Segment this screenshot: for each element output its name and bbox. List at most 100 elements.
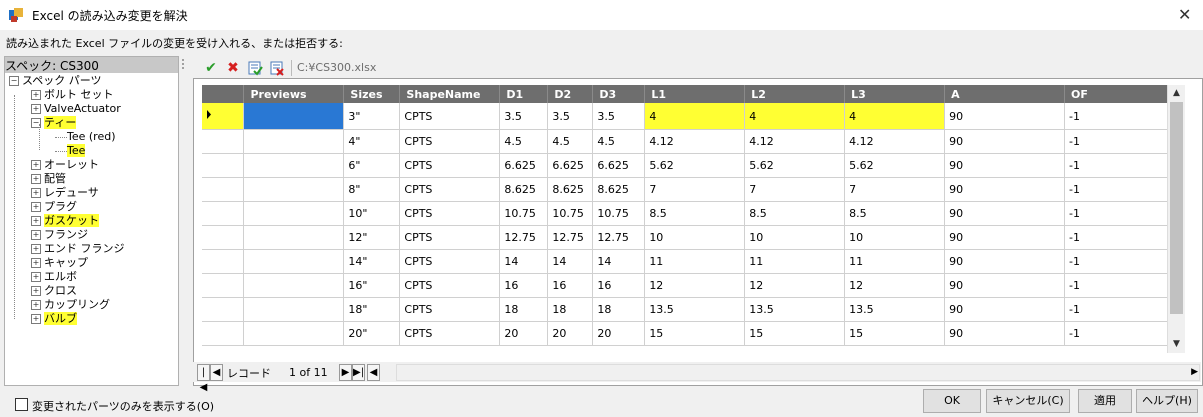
table-cell[interactable]: 4: [844, 103, 946, 130]
column-header[interactable]: OF: [1064, 85, 1176, 103]
table-cell[interactable]: 13.5: [844, 297, 946, 322]
column-header[interactable]: ShapeName: [399, 85, 501, 103]
table-cell[interactable]: 4.12: [744, 129, 846, 154]
table-cell[interactable]: 16: [499, 273, 549, 298]
table-cell[interactable]: CPTS: [399, 225, 501, 250]
tree-item[interactable]: + エンド フランジ: [31, 242, 125, 256]
table-cell[interactable]: 6.625: [499, 153, 549, 178]
table-row[interactable]: 20" CPTS 20 20 20 15 15 15 90 -1: [202, 321, 1176, 346]
row-header[interactable]: [202, 249, 245, 274]
table-cell[interactable]: -1: [1064, 177, 1176, 202]
table-row[interactable]: 3" CPTS 3.5 3.5 3.5 4 4 4 90 -1: [202, 103, 1176, 130]
table-cell[interactable]: 14": [343, 249, 401, 274]
table-row[interactable]: 8" CPTS 8.625 8.625 8.625 7 7 7 90 -1: [202, 177, 1176, 202]
row-header[interactable]: [202, 225, 245, 250]
scroll-down-icon[interactable]: ▼: [1168, 336, 1185, 353]
table-row[interactable]: 14" CPTS 14 14 14 11 11 11 90 -1: [202, 249, 1176, 274]
tree-item[interactable]: + カップリング: [31, 298, 110, 312]
table-cell[interactable]: 10.75: [592, 201, 646, 226]
expand-icon[interactable]: +: [31, 230, 41, 240]
last-record-icon[interactable]: ▶|: [352, 364, 365, 381]
expand-icon[interactable]: +: [31, 300, 41, 310]
ok-button[interactable]: OK: [923, 389, 981, 413]
expand-icon[interactable]: +: [31, 286, 41, 296]
column-header[interactable]: D3: [592, 85, 646, 103]
help-button[interactable]: ヘルプ(H): [1136, 389, 1198, 413]
preview-cell[interactable]: [243, 297, 345, 322]
tree-item[interactable]: + プラグ: [31, 200, 77, 214]
changed-only-checkbox[interactable]: [15, 398, 28, 411]
table-cell[interactable]: CPTS: [399, 201, 501, 226]
table-cell[interactable]: 8.625: [592, 177, 646, 202]
table-cell[interactable]: 12.75: [499, 225, 549, 250]
table-cell[interactable]: 6.625: [547, 153, 594, 178]
collapse-icon[interactable]: −: [9, 76, 19, 86]
row-header[interactable]: [202, 129, 245, 154]
tree-item[interactable]: Tee: [55, 144, 86, 158]
expand-icon[interactable]: +: [31, 160, 41, 170]
row-header[interactable]: [202, 201, 245, 226]
table-cell[interactable]: 16: [547, 273, 594, 298]
vertical-scrollbar[interactable]: ▲ ▼: [1167, 85, 1185, 353]
tree-item[interactable]: + 配管: [31, 172, 66, 186]
table-cell[interactable]: 15: [644, 321, 746, 346]
close-icon[interactable]: ✕: [1178, 5, 1191, 24]
accept-all-icon[interactable]: [247, 60, 263, 76]
preview-cell[interactable]: [243, 103, 345, 130]
tree-item[interactable]: + ボルト セット: [31, 88, 114, 102]
table-cell[interactable]: 14: [592, 249, 646, 274]
tree-item[interactable]: + オーレット: [31, 158, 99, 172]
table-cell[interactable]: 11: [644, 249, 746, 274]
table-cell[interactable]: 90: [944, 225, 1065, 250]
scroll-up-icon[interactable]: ▲: [1168, 85, 1185, 102]
table-row[interactable]: 6" CPTS 6.625 6.625 6.625 5.62 5.62 5.62 90 -1: [202, 153, 1176, 178]
expand-icon[interactable]: +: [31, 202, 41, 212]
scroll-right-icon[interactable]: ▶: [1191, 365, 1198, 380]
tree-item[interactable]: + エルボ: [31, 270, 77, 284]
table-cell[interactable]: 90: [944, 321, 1065, 346]
table-cell[interactable]: 10.75: [499, 201, 549, 226]
table-row[interactable]: 4" CPTS 4.5 4.5 4.5 4.12 4.12 4.12 90 -1: [202, 129, 1176, 154]
table-cell[interactable]: 7: [644, 177, 746, 202]
table-cell[interactable]: 8.5: [744, 201, 846, 226]
row-header[interactable]: [202, 177, 245, 202]
table-cell[interactable]: 3.5: [547, 103, 594, 130]
column-header[interactable]: Sizes: [343, 85, 401, 103]
tree-item[interactable]: Tee (red): [55, 130, 116, 144]
table-cell[interactable]: 11: [844, 249, 946, 274]
table-cell[interactable]: 20: [547, 321, 594, 346]
expand-icon[interactable]: +: [31, 272, 41, 282]
preview-cell[interactable]: [243, 249, 345, 274]
table-cell[interactable]: 4: [644, 103, 746, 130]
table-cell[interactable]: 90: [944, 249, 1065, 274]
table-row[interactable]: 16" CPTS 16 16 16 12 12 12 90 -1: [202, 273, 1176, 298]
expand-icon[interactable]: +: [31, 216, 41, 226]
current-row-indicator-icon[interactable]: [202, 103, 245, 130]
preview-cell[interactable]: [243, 129, 345, 154]
table-cell[interactable]: 13.5: [644, 297, 746, 322]
table-cell[interactable]: 3.5: [499, 103, 549, 130]
table-cell[interactable]: 6": [343, 153, 401, 178]
table-cell[interactable]: 14: [499, 249, 549, 274]
table-cell[interactable]: 12: [644, 273, 746, 298]
table-cell[interactable]: -1: [1064, 225, 1176, 250]
preview-cell[interactable]: [243, 177, 345, 202]
table-cell[interactable]: 13.5: [744, 297, 846, 322]
table-cell[interactable]: 16: [592, 273, 646, 298]
expand-icon[interactable]: +: [31, 90, 41, 100]
table-cell[interactable]: 18": [343, 297, 401, 322]
table-cell[interactable]: 90: [944, 129, 1065, 154]
checkmark-icon[interactable]: ✔: [203, 60, 219, 76]
tree-root[interactable]: − スペック パーツ: [9, 74, 102, 88]
table-cell[interactable]: 18: [592, 297, 646, 322]
table-cell[interactable]: 4.5: [499, 129, 549, 154]
expand-icon[interactable]: +: [31, 104, 41, 114]
table-cell[interactable]: 16": [343, 273, 401, 298]
expand-icon[interactable]: +: [31, 258, 41, 268]
table-cell[interactable]: 90: [944, 103, 1065, 130]
scroll-left-icon[interactable]: ◀: [367, 364, 380, 381]
next-record-icon[interactable]: ▶: [339, 364, 352, 381]
reject-all-icon[interactable]: [269, 60, 285, 76]
table-cell[interactable]: -1: [1064, 249, 1176, 274]
table-cell[interactable]: CPTS: [399, 153, 501, 178]
